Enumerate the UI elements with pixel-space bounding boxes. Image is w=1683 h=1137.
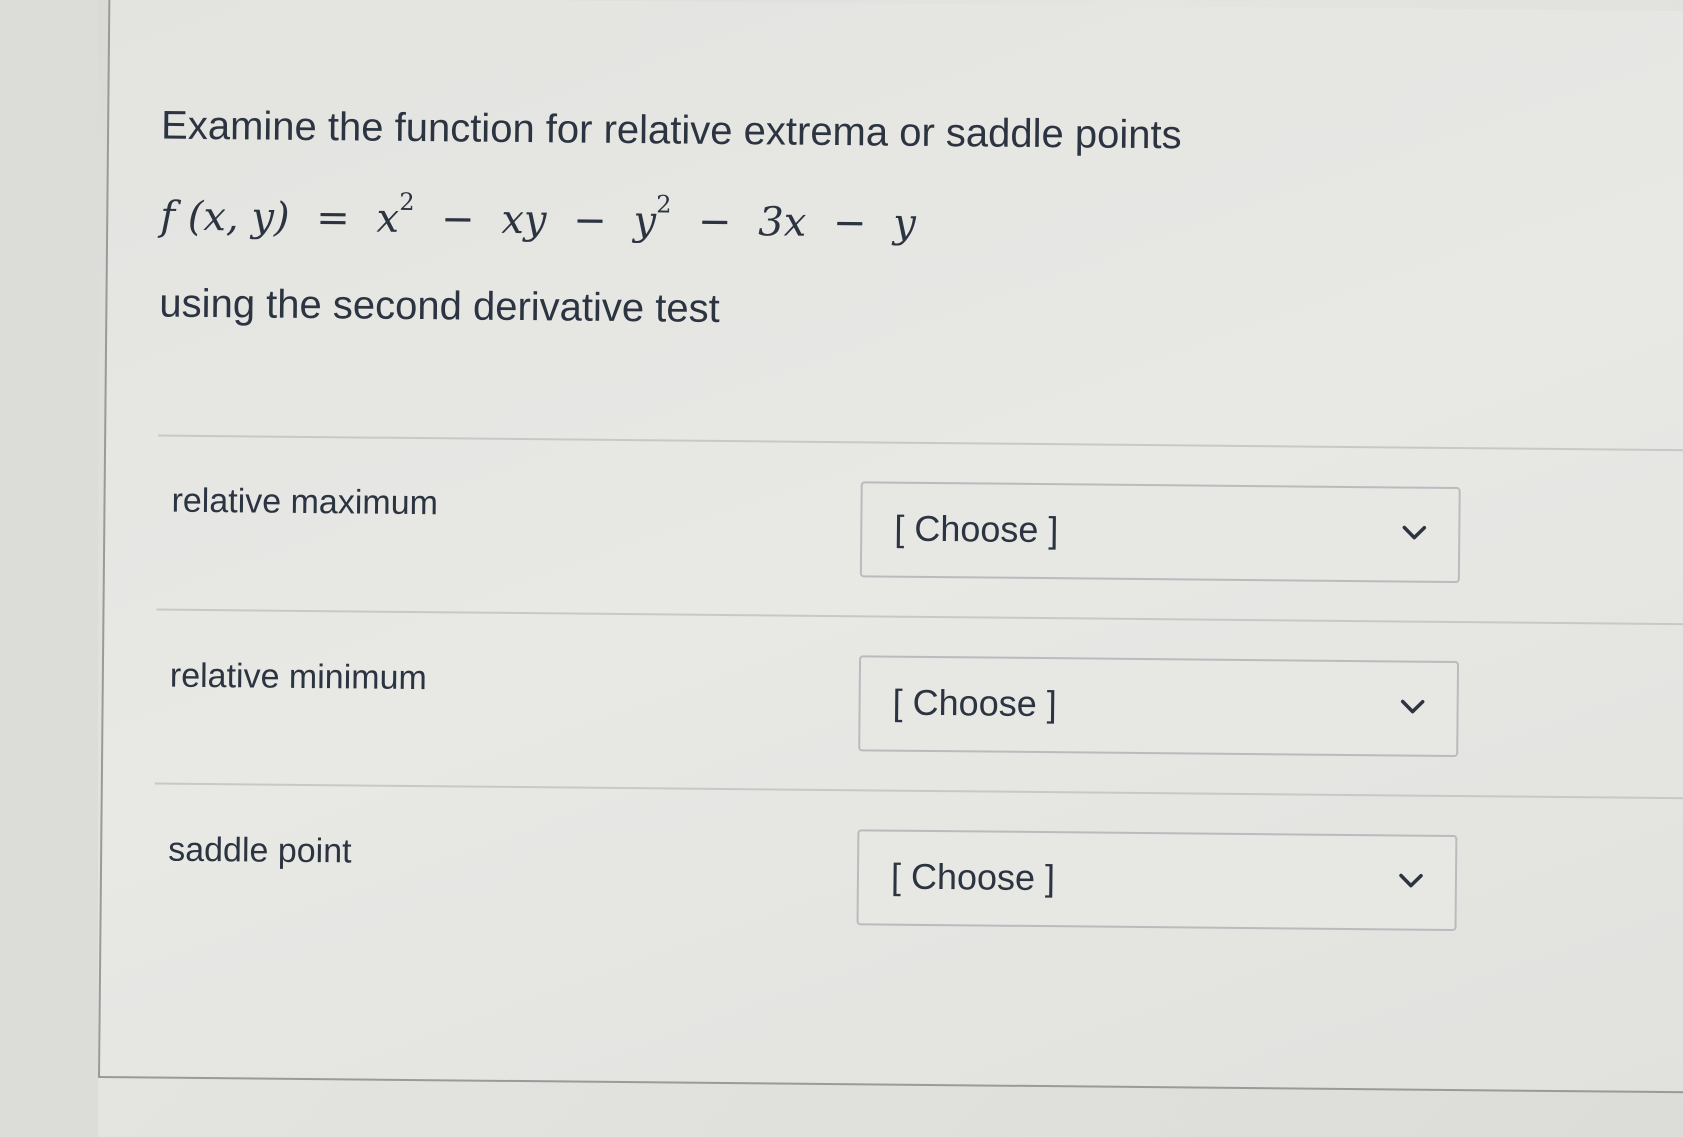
select-value: [ Choose ] [890, 855, 1056, 899]
divider [158, 434, 1683, 452]
relative-minimum-select[interactable]: [ Choose ] [858, 655, 1460, 758]
page-margin [0, 0, 98, 1137]
formula-lhs: f (x, y) [160, 193, 290, 241]
formula-term-3x: 3x [758, 199, 807, 246]
formula-term-xy: xy [501, 196, 547, 244]
question-title: Examine the function for relative extrem… [160, 103, 1182, 158]
relative-maximum-select[interactable]: [ Choose ] [859, 481, 1461, 584]
formula-term-y: y [633, 198, 657, 245]
question-subtitle: using the second derivative test [159, 281, 720, 331]
select-value: [ Choose ] [894, 507, 1059, 551]
saddle-point-select[interactable]: [ Choose ] [856, 829, 1458, 932]
chevron-down-icon [1399, 873, 1423, 888]
formula-minus: − [832, 200, 867, 247]
answer-label-relative-maximum: relative maximum [171, 481, 439, 523]
formula-term-y: y [893, 200, 917, 247]
formula-term-x: x [376, 195, 400, 242]
divider [154, 782, 1683, 800]
formula-minus: − [440, 196, 475, 243]
answer-label-saddle-point: saddle point [168, 830, 352, 871]
formula-equals: = [316, 195, 351, 242]
formula-exponent: 2 [399, 187, 415, 216]
chevron-down-icon [1402, 525, 1427, 540]
formula-minus: − [572, 197, 607, 244]
answer-label-relative-minimum: relative minimum [169, 656, 427, 698]
select-value: [ Choose ] [892, 681, 1057, 725]
question-card: Examine the function for relative extrem… [98, 0, 1683, 1094]
question-text: Examine the function for relative extrem… [159, 102, 1561, 381]
formula-exponent: 2 [656, 190, 672, 219]
chevron-down-icon [1400, 699, 1425, 714]
formula-minus: − [697, 198, 732, 246]
divider [156, 608, 1683, 626]
function-formula: f (x, y) = x2 − xy − y2 − 3x − y [160, 188, 1560, 253]
